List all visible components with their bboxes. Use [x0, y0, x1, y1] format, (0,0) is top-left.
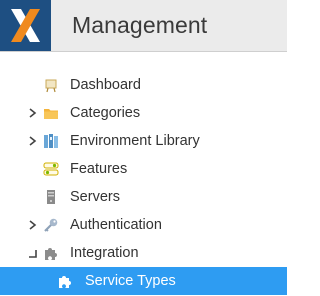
chevron-right-icon[interactable]: [27, 218, 39, 232]
puzzle-icon: [43, 245, 59, 261]
server-icon: [43, 189, 59, 205]
nav-item-authentication[interactable]: Authentication: [0, 211, 287, 239]
nav-label-dashboard: Dashboard: [70, 77, 141, 93]
library-icon: [43, 133, 59, 149]
page-title: Management: [72, 12, 208, 38]
puzzle-piece-icon: [57, 273, 73, 289]
folder-icon: [43, 105, 59, 121]
nav-item-integration[interactable]: Integration: [0, 239, 287, 267]
dashboard-icon: [43, 77, 59, 93]
app-header: Management: [0, 0, 287, 52]
nav-label-service-types: Service Types: [85, 273, 176, 289]
features-icon: [43, 161, 59, 177]
x-logo-icon: [0, 0, 51, 51]
chevron-right-icon[interactable]: [27, 106, 39, 120]
nav-item-environment-library[interactable]: Environment Library: [0, 127, 287, 155]
nav-item-servers[interactable]: Servers: [0, 183, 287, 211]
expanded-corner-icon[interactable]: [27, 246, 39, 260]
nav-label-authentication: Authentication: [70, 217, 162, 233]
chevron-right-icon[interactable]: [27, 134, 39, 148]
nav-label-environment-library: Environment Library: [70, 133, 200, 149]
nav-label-categories: Categories: [70, 105, 141, 121]
nav-item-service-types[interactable]: Service Types: [0, 267, 287, 295]
key-icon: [43, 217, 59, 233]
nav-item-dashboard[interactable]: Dashboard: [0, 71, 287, 99]
nav-label-features: Features: [70, 161, 128, 177]
nav-item-features[interactable]: Features: [0, 155, 287, 183]
app-logo[interactable]: [0, 0, 51, 51]
nav-label-servers: Servers: [70, 189, 120, 205]
nav-label-integration: Integration: [70, 245, 139, 261]
nav-item-categories[interactable]: Categories: [0, 99, 287, 127]
